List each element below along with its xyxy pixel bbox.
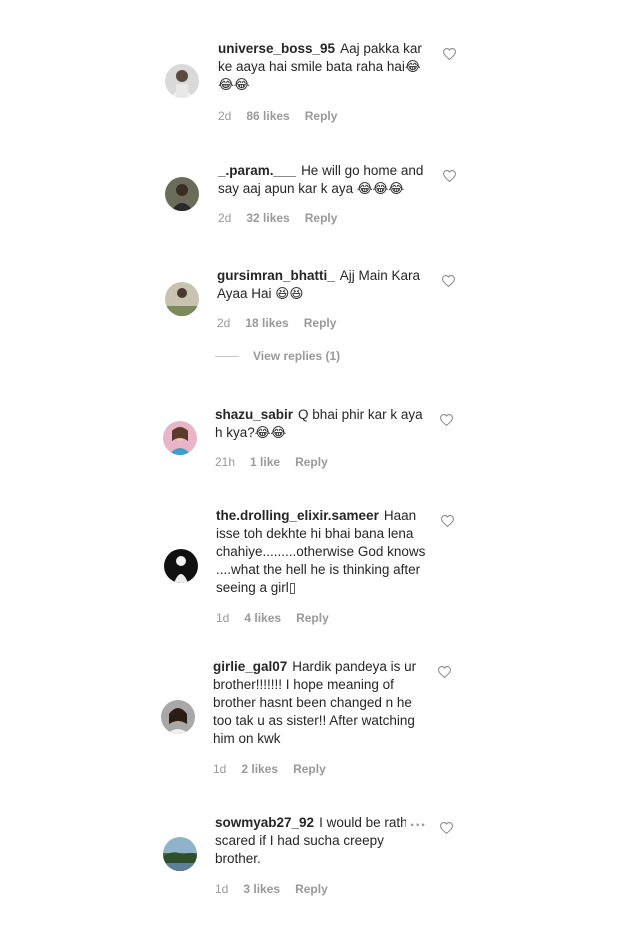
comment-body: universe_boss_95 Aaj pakka kar ke aaya ha…: [218, 40, 433, 94]
comment-username[interactable]: girlie_gal07: [213, 659, 287, 674]
heart-outline-icon[interactable]: [441, 515, 454, 527]
heart-outline-icon[interactable]: [443, 170, 456, 182]
reply-button[interactable]: Reply: [295, 455, 328, 469]
comment-meta: 21h 1 like Reply: [215, 455, 328, 469]
comment-username[interactable]: shazu_sabir: [215, 407, 293, 422]
comment-meta: 1d 4 likes Reply: [216, 611, 329, 625]
comment-body: sowmyab27_92 I would be rather scared if …: [215, 814, 430, 868]
view-replies-label[interactable]: View replies (1): [253, 349, 340, 363]
comment-username[interactable]: _.param.___: [218, 163, 296, 178]
comment-likes[interactable]: 3 likes: [243, 882, 280, 896]
comment-time[interactable]: 2d: [217, 316, 230, 330]
reply-button[interactable]: Reply: [305, 211, 338, 225]
comment-time[interactable]: 1d: [213, 762, 226, 776]
comment-body: shazu_sabir Q bhai phir kar k aya h kya?😂…: [215, 406, 430, 442]
comment-likes[interactable]: 86 likes: [246, 109, 289, 123]
comment-time[interactable]: 2d: [218, 109, 231, 123]
divider: [215, 356, 239, 358]
reply-button[interactable]: Reply: [296, 611, 329, 625]
comment-time[interactable]: 1d: [216, 611, 229, 625]
reply-button[interactable]: Reply: [304, 316, 337, 330]
comment-likes[interactable]: 1 like: [250, 455, 280, 469]
heart-outline-icon[interactable]: [438, 666, 451, 678]
avatar[interactable]: [163, 837, 197, 871]
reply-button[interactable]: Reply: [293, 762, 326, 776]
avatar[interactable]: [165, 64, 199, 98]
comment-body: _.param.___ He will go home and say aaj a…: [218, 162, 433, 198]
comment-time[interactable]: 2d: [218, 211, 231, 225]
comment-body: gursimran_bhatti_ Ajj Main Kara Ayaa Hai …: [217, 267, 432, 303]
comment-body: the.drolling_elixir.sameer Haan isse toh …: [216, 507, 431, 597]
avatar[interactable]: [161, 700, 195, 734]
comment-likes[interactable]: 4 likes: [244, 611, 281, 625]
comment-username[interactable]: gursimran_bhatti_: [217, 268, 335, 283]
comment-meta: 2d 18 likes Reply: [217, 316, 336, 330]
avatar[interactable]: [163, 421, 197, 455]
reply-button[interactable]: Reply: [295, 882, 328, 896]
comment-username[interactable]: sowmyab27_92: [215, 815, 314, 830]
heart-outline-icon[interactable]: [440, 414, 453, 426]
reply-button[interactable]: Reply: [305, 109, 338, 123]
heart-outline-icon[interactable]: [440, 822, 453, 834]
heart-outline-icon[interactable]: [443, 48, 456, 60]
comment-meta: 2d 32 likes Reply: [218, 211, 337, 225]
more-options-icon[interactable]: ...: [406, 813, 427, 831]
avatar[interactable]: [164, 549, 198, 583]
comment-meta: 1d 2 likes Reply: [213, 762, 326, 776]
comment-likes[interactable]: 32 likes: [246, 211, 289, 225]
comment-time[interactable]: 1d: [215, 882, 228, 896]
comment-username[interactable]: universe_boss_95: [218, 41, 335, 56]
avatar[interactable]: [165, 282, 199, 316]
comment-meta: 2d 86 likes Reply: [218, 109, 337, 123]
heart-outline-icon[interactable]: [442, 275, 455, 287]
view-replies-button[interactable]: View replies (1): [215, 349, 340, 363]
comment-meta: 1d 3 likes Reply: [215, 882, 328, 896]
comment-time[interactable]: 21h: [215, 455, 235, 469]
comment-body: girlie_gal07 Hardik pandeya is ur brother…: [213, 658, 428, 748]
comment-likes[interactable]: 2 likes: [241, 762, 278, 776]
comment-username[interactable]: the.drolling_elixir.sameer: [216, 508, 379, 523]
avatar[interactable]: [165, 177, 199, 211]
comment-likes[interactable]: 18 likes: [245, 316, 288, 330]
